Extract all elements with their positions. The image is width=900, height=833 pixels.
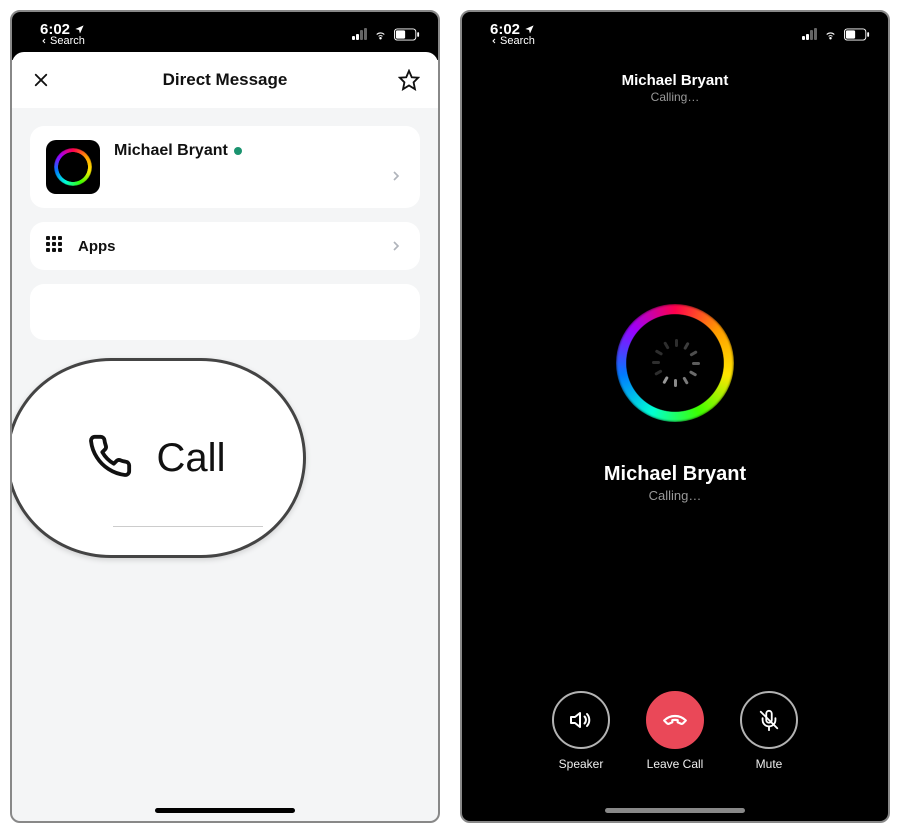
wifi-icon xyxy=(372,28,389,41)
call-center: Michael Bryant Calling… xyxy=(462,104,888,691)
star-icon xyxy=(398,69,420,91)
divider xyxy=(113,526,263,527)
status-back-label: Search xyxy=(50,35,85,47)
callee-info-center: Michael Bryant Calling… xyxy=(604,463,746,503)
callee-name-top: Michael Bryant xyxy=(462,72,888,89)
phone-mock-left: 6:02 Search Direct Message xyxy=(10,10,440,823)
avatar-ring-icon xyxy=(54,148,92,186)
wifi-icon xyxy=(822,28,839,41)
phone-mock-right: 6:02 Search Michael Bryant Calling… xyxy=(460,10,890,823)
signal-bars-icon xyxy=(352,28,367,40)
battery-icon xyxy=(394,28,420,41)
status-bar: 6:02 Search xyxy=(12,12,438,56)
status-bar-left: 6:02 Search xyxy=(40,21,85,47)
call-zoom-overlay: Call xyxy=(10,358,306,558)
status-back-link[interactable]: Search xyxy=(490,35,535,47)
call-header: Michael Bryant Calling… xyxy=(462,72,888,104)
chevron-left-icon xyxy=(40,37,48,45)
status-bar-right xyxy=(802,28,870,41)
chevron-right-icon xyxy=(388,168,404,184)
presence-indicator-icon xyxy=(234,147,242,155)
status-back-link[interactable]: Search xyxy=(40,35,85,47)
card-placeholder xyxy=(30,284,420,340)
profile-card[interactable]: Michael Bryant xyxy=(30,126,420,208)
profile-name: Michael Bryant xyxy=(114,142,228,160)
chevron-right-icon xyxy=(388,238,404,254)
status-bar-right xyxy=(352,28,420,41)
close-icon xyxy=(32,71,50,89)
home-indicator[interactable] xyxy=(155,808,295,813)
star-button[interactable] xyxy=(398,69,420,91)
status-bar-area: 6:02 Search xyxy=(462,12,888,56)
mute-label: Mute xyxy=(756,757,783,771)
call-status-center: Calling… xyxy=(604,488,746,503)
call-footer: Speaker Leave Call Mute xyxy=(462,691,888,821)
mute-button[interactable]: Mute xyxy=(740,691,798,771)
status-back-label: Search xyxy=(500,35,535,47)
page-header: Direct Message xyxy=(12,52,438,108)
home-indicator[interactable] xyxy=(605,808,745,813)
spinner-icon xyxy=(661,349,689,377)
leave-call-button[interactable]: Leave Call xyxy=(646,691,704,771)
callee-name-center: Michael Bryant xyxy=(604,463,746,486)
phone-icon xyxy=(87,433,133,484)
signal-bars-icon xyxy=(802,28,817,40)
grid-icon xyxy=(46,236,66,256)
location-icon xyxy=(524,24,535,35)
call-button-label[interactable]: Call xyxy=(157,436,226,481)
speaker-label: Speaker xyxy=(559,757,604,771)
page-title: Direct Message xyxy=(163,70,288,90)
caller-avatar xyxy=(605,293,745,433)
speaker-button[interactable]: Speaker xyxy=(552,691,610,771)
call-status-top: Calling… xyxy=(462,90,888,104)
avatar xyxy=(46,140,100,194)
location-icon xyxy=(74,24,85,35)
mute-icon xyxy=(758,709,780,731)
apps-label: Apps xyxy=(78,238,116,255)
speaker-icon xyxy=(569,708,593,732)
hangup-icon xyxy=(662,707,688,733)
chevron-left-icon xyxy=(490,37,498,45)
battery-icon xyxy=(844,28,870,41)
main-content: Michael Bryant Apps Call xyxy=(12,108,438,340)
apps-card[interactable]: Apps xyxy=(30,222,420,270)
leave-call-label: Leave Call xyxy=(647,757,704,771)
status-bar: 6:02 Search xyxy=(462,12,888,56)
status-bar-left: 6:02 Search xyxy=(490,21,535,47)
close-button[interactable] xyxy=(30,69,52,91)
